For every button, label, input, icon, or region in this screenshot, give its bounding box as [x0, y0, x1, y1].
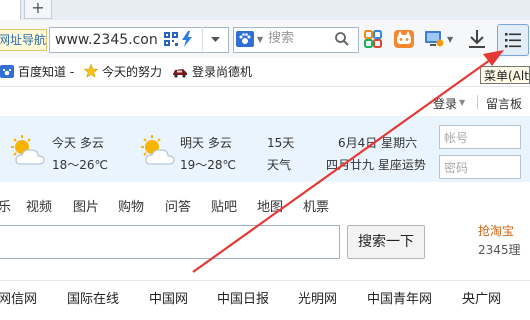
bookmark-label: 登录尚德机 — [192, 65, 253, 79]
divider — [477, 95, 478, 109]
search-icon[interactable] — [334, 31, 350, 50]
weather-tomorrow-condition: 多云 — [207, 136, 232, 150]
site-nav-button[interactable]: 网址导航 — [0, 29, 47, 51]
weather-today-condition: 多云 — [79, 136, 104, 150]
search-tab-map[interactable]: 地图 — [257, 200, 283, 216]
guestbook-link[interactable]: 留言板 — [486, 95, 522, 112]
bookmark-sunland-login[interactable]: 登录尚德机 — [172, 64, 252, 82]
forecast-weather-link[interactable]: 天气 — [267, 157, 291, 173]
search-tab-tieba[interactable]: 贴吧 — [211, 200, 237, 216]
weather-tomorrow-temp: 19～28℃ — [180, 158, 237, 172]
active-tab[interactable] — [0, 0, 21, 20]
password-placeholder[interactable]: 密码 — [444, 159, 468, 176]
bookmark-baidu-zhidao[interactable]: 百度知道 - — [0, 64, 74, 82]
bookmark-today-effort[interactable]: 今天的努力 — [83, 63, 163, 82]
main-search-input[interactable] — [0, 225, 340, 259]
search-tab-video[interactable]: 视频 — [26, 200, 52, 216]
search-tab-flights[interactable]: 机票 — [303, 200, 329, 216]
menu-button[interactable] — [497, 24, 529, 56]
address-url[interactable]: www.2345.con — [55, 31, 158, 49]
weather-today-day: 今天 — [52, 136, 77, 150]
site-link-gmw[interactable]: 光明网 — [298, 292, 337, 308]
search-tab-shopping[interactable]: 购物 — [118, 200, 144, 216]
date-line: 6月4日 星期六 — [338, 136, 418, 150]
apps-icon[interactable] — [364, 30, 382, 51]
search-engine-arrow-icon[interactable]: ▼ — [257, 35, 263, 44]
menu-tooltip: 菜单(Alt+F) — [480, 66, 530, 84]
site-link-cnr[interactable]: 央广网 — [462, 292, 501, 308]
search-placeholder[interactable]: 搜索 — [268, 31, 294, 47]
lightning-icon[interactable] — [181, 31, 193, 50]
paw-icon — [0, 65, 14, 82]
site-link-cri[interactable]: 国际在线 — [67, 292, 119, 308]
search-tab-music[interactable]: 乐 — [0, 200, 11, 216]
site-link-youth[interactable]: 中国青年网 — [367, 292, 432, 308]
site-link-wangxin[interactable]: 网信网 — [0, 292, 37, 308]
game-icon[interactable] — [394, 30, 414, 51]
lunar-date-horoscope[interactable]: 四月廿九 星座运势 — [326, 157, 426, 173]
download-icon[interactable] — [468, 29, 486, 52]
tab-strip — [0, 0, 530, 21]
qr-code-icon[interactable] — [164, 32, 178, 49]
address-dropdown-button[interactable] — [202, 27, 228, 51]
partly-cloudy-icon — [138, 134, 178, 171]
weather-tomorrow[interactable]: 明天 多云 — [180, 135, 232, 151]
forecast-15-days-link[interactable]: 15天 — [267, 135, 294, 151]
search-tab-qa[interactable]: 问答 — [165, 200, 191, 216]
weather-today-temp: 18～26℃ — [52, 158, 109, 172]
weather-tomorrow-day: 明天 — [180, 136, 205, 150]
new-tab-button[interactable]: + — [24, 0, 52, 19]
menu-icon[interactable] — [498, 25, 528, 55]
star-icon — [83, 63, 99, 82]
paw-icon[interactable] — [236, 31, 254, 50]
promo-2345-link[interactable]: 2345理 — [478, 241, 521, 258]
weather-today[interactable]: 今天 多云 — [52, 135, 104, 151]
bookmark-label: 百度知道 - — [18, 65, 75, 79]
login-link[interactable]: 登录 — [433, 95, 457, 112]
screen-dropdown-icon[interactable]: ▼ — [447, 35, 453, 44]
car-icon — [172, 66, 188, 82]
site-link-china-org[interactable]: 中国网 — [149, 292, 188, 308]
account-placeholder[interactable]: 帐号 — [444, 129, 468, 146]
bookmarks-bar — [0, 58, 530, 87]
bookmark-label: 今天的努力 — [102, 65, 163, 79]
search-submit-button[interactable]: 搜索一下 — [347, 225, 425, 259]
promo-taobao-link[interactable]: 抢淘宝 — [478, 222, 514, 239]
divider — [0, 280, 530, 281]
search-tab-images[interactable]: 图片 — [73, 200, 99, 216]
site-link-china-daily[interactable]: 中国日报 — [217, 292, 269, 308]
login-dropdown-icon[interactable]: ▼ — [459, 98, 465, 107]
partly-cloudy-icon — [8, 134, 48, 171]
screen-icon[interactable] — [424, 30, 444, 51]
